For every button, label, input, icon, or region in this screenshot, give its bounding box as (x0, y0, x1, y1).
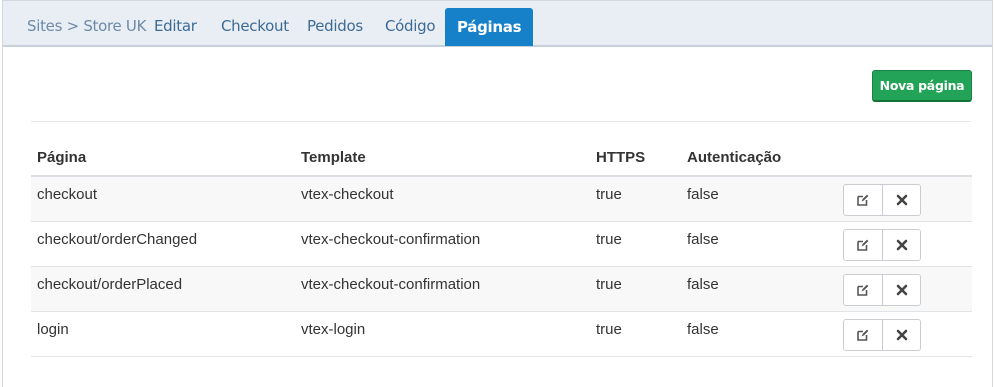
actions-cell (837, 176, 972, 222)
edit-button[interactable] (844, 319, 882, 350)
pages-panel: Sites > Store UK Editar Checkout Pedidos… (2, 0, 993, 387)
page-cell: checkout (31, 176, 295, 222)
page-cell: checkout/orderPlaced (31, 266, 295, 312)
https-cell: true (590, 221, 681, 267)
template-cell: vtex-checkout (295, 176, 590, 222)
edit-icon (857, 194, 869, 206)
edit-button[interactable] (844, 274, 882, 305)
edit-icon (857, 329, 869, 341)
page-cell: checkout/orderChanged (31, 221, 295, 267)
delete-button[interactable] (882, 185, 920, 215)
delete-button[interactable] (882, 319, 920, 350)
https-cell: true (590, 176, 681, 222)
delete-button[interactable] (882, 274, 920, 305)
toolbar-divider (31, 121, 971, 122)
new-page-button[interactable]: Nova página (872, 70, 972, 102)
actions-cell (837, 311, 972, 357)
tab-checkout[interactable]: Checkout (221, 7, 289, 46)
row-action-group (843, 184, 921, 216)
auth-cell: false (681, 311, 837, 357)
https-cell: true (590, 266, 681, 312)
template-cell: vtex-checkout-confirmation (295, 221, 590, 267)
table-row: checkout vtex-checkout true false (31, 176, 972, 222)
page-cell: login (31, 311, 295, 357)
delete-button[interactable] (882, 229, 920, 260)
column-header-pagina: Página (31, 140, 295, 177)
pages-table: Página Template HTTPS Autenticação check… (31, 140, 972, 357)
tab-paginas[interactable]: Páginas (445, 8, 534, 46)
actions-cell (837, 221, 972, 267)
table-header-row: Página Template HTTPS Autenticação (31, 140, 972, 177)
auth-cell: false (681, 221, 837, 267)
close-icon (896, 239, 907, 250)
template-cell: vtex-login (295, 311, 590, 357)
template-cell: vtex-checkout-confirmation (295, 266, 590, 312)
close-icon (896, 329, 907, 340)
row-action-group (843, 273, 921, 306)
edit-icon (857, 239, 869, 251)
table-row: login vtex-login true false (31, 311, 972, 357)
row-action-group (843, 318, 921, 351)
close-icon (896, 284, 907, 295)
column-header-actions (837, 140, 972, 177)
row-action-group (843, 228, 921, 261)
tab-bar: Sites > Store UK Editar Checkout Pedidos… (3, 0, 992, 47)
tab-codigo[interactable]: Código (385, 7, 436, 46)
edit-icon (857, 284, 869, 296)
column-header-template: Template (295, 140, 590, 177)
edit-button[interactable] (844, 185, 882, 215)
tab-pedidos[interactable]: Pedidos (307, 7, 363, 46)
column-header-https: HTTPS (590, 140, 681, 177)
table-row: checkout/orderChanged vtex-checkout-conf… (31, 221, 972, 267)
breadcrumb[interactable]: Sites > Store UK (27, 7, 146, 46)
table-row: checkout/orderPlaced vtex-checkout-confi… (31, 266, 972, 312)
actions-cell (837, 266, 972, 312)
tab-editar[interactable]: Editar (154, 7, 197, 46)
auth-cell: false (681, 266, 837, 312)
column-header-autenticacao: Autenticação (681, 140, 837, 177)
https-cell: true (590, 311, 681, 357)
edit-button[interactable] (844, 229, 882, 260)
close-icon (896, 194, 907, 206)
auth-cell: false (681, 176, 837, 222)
